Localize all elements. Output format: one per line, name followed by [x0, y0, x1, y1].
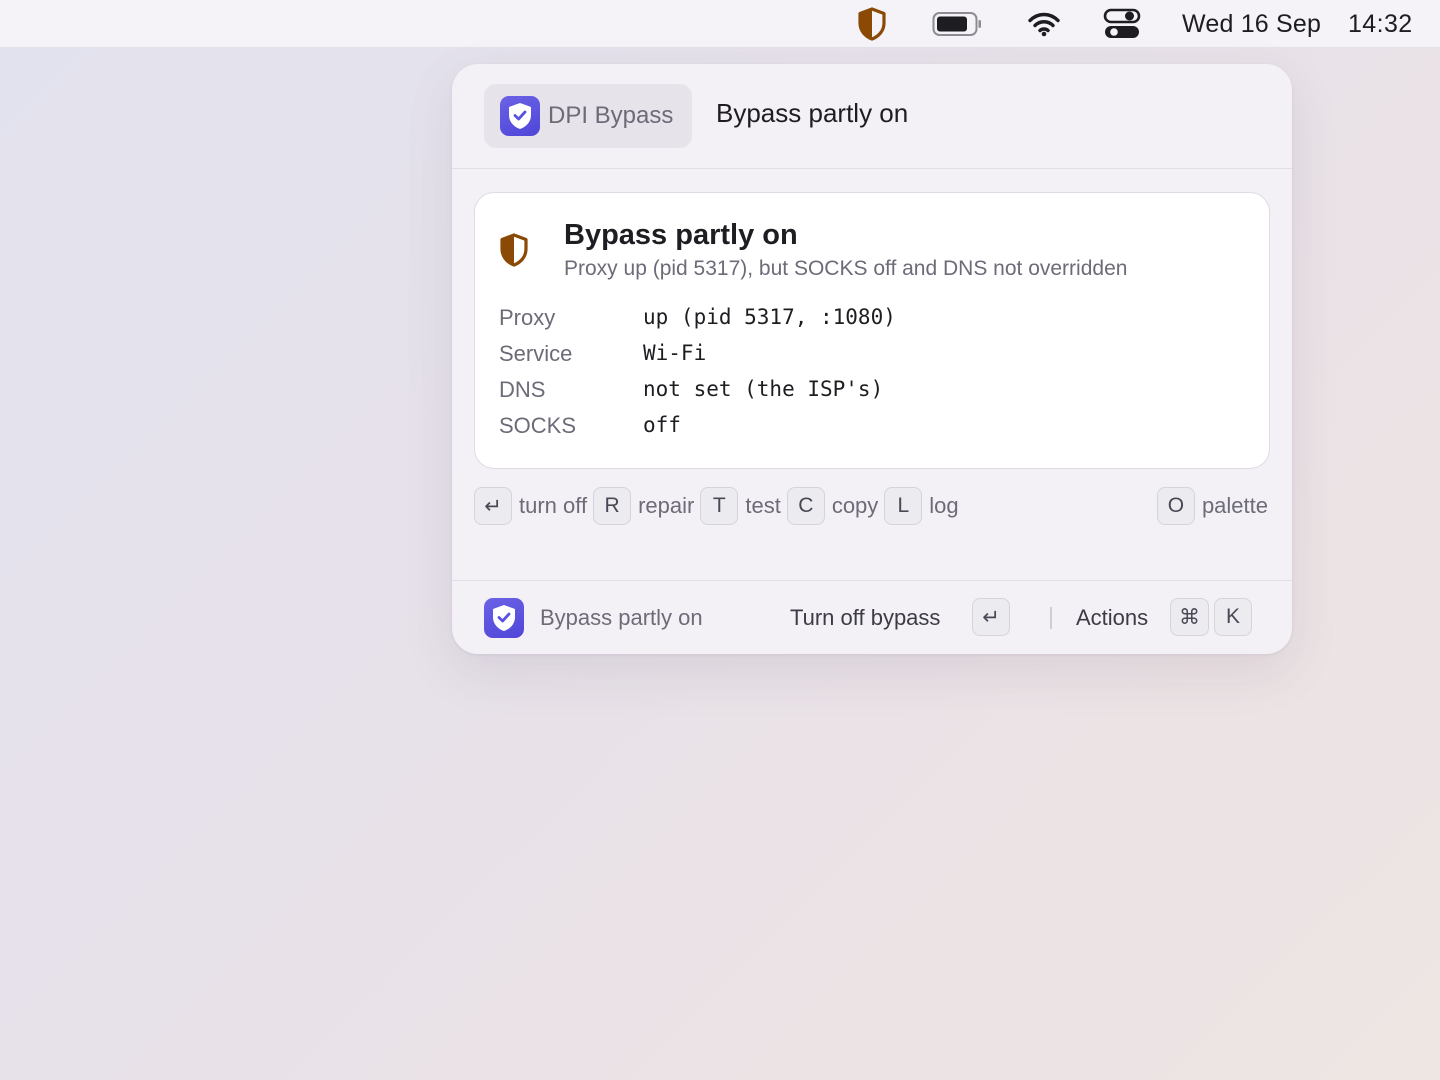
shield-half-icon — [858, 7, 886, 41]
k-key[interactable]: K — [1214, 598, 1252, 636]
palette-key[interactable]: O — [1156, 487, 1195, 525]
panel-header: DPI Bypass Bypass partly on — [452, 64, 1292, 169]
repair-key[interactable]: R — [593, 487, 632, 525]
wifi-icon — [1028, 12, 1060, 37]
repair-hint[interactable]: repair — [638, 493, 694, 519]
socks-value: off — [643, 413, 681, 437]
enter-key[interactable]: ↵ — [972, 598, 1010, 636]
menu-bar: Wed 16 Sep 14:32 — [0, 0, 1440, 48]
status-subtitle: Proxy up (pid 5317), but SOCKS off and D… — [564, 257, 1128, 280]
dpi-bypass-panel: DPI Bypass Bypass partly on Bypass partl… — [452, 64, 1292, 654]
action-bar: Bypass partly on Turn off bypass ↵ Actio… — [452, 580, 1292, 654]
test-key[interactable]: T — [700, 487, 739, 525]
control-center-icon — [1103, 8, 1141, 38]
shortcut-hints: ↵ turn off R repair T test C copy L log — [474, 486, 965, 526]
palette-hint-group: O palette — [1156, 486, 1268, 526]
status-title: Bypass partly on — [564, 219, 798, 251]
footer-status-text: Bypass partly on — [540, 605, 703, 630]
dns-value: not set (the ISP's) — [643, 377, 884, 401]
socks-label: SOCKS — [499, 413, 577, 438]
palette-hint[interactable]: palette — [1202, 493, 1268, 519]
service-label: Service — [499, 341, 573, 366]
copy-key[interactable]: C — [786, 487, 825, 525]
proxy-label: Proxy — [499, 305, 556, 330]
menubar-date[interactable]: Wed 16 Sep — [1182, 0, 1321, 48]
control-center-button[interactable] — [1102, 0, 1142, 48]
app-chip[interactable]: DPI Bypass — [484, 84, 692, 148]
actions-button[interactable]: Actions — [1076, 605, 1148, 631]
service-value: Wi‑Fi — [643, 341, 707, 365]
test-hint[interactable]: test — [745, 493, 780, 519]
turn-off-hint[interactable]: turn off — [519, 493, 587, 519]
log-key[interactable]: L — [884, 487, 923, 525]
wifi-indicator[interactable] — [1026, 0, 1062, 48]
header-title: Bypass partly on — [716, 98, 909, 128]
footer-divider — [1050, 607, 1052, 629]
log-hint[interactable]: log — [929, 493, 958, 519]
shield-check-icon — [484, 598, 524, 638]
turn-off-key[interactable]: ↵ — [474, 487, 512, 525]
menubar-status-item[interactable] — [856, 0, 888, 48]
shield-half-icon — [499, 233, 529, 272]
command-key[interactable]: ⌘ — [1170, 598, 1209, 636]
battery-indicator[interactable] — [932, 0, 984, 48]
app-name: DPI Bypass — [548, 102, 674, 129]
shield-check-icon — [500, 96, 540, 136]
status-card[interactable]: Bypass partly on Proxy up (pid 5317), bu… — [474, 192, 1270, 469]
menubar-time[interactable]: 14:32 — [1348, 0, 1413, 48]
copy-hint[interactable]: copy — [832, 493, 878, 519]
proxy-value: up (pid 5317, :1080) — [643, 305, 896, 329]
turn-off-bypass-button[interactable]: Turn off bypass — [790, 605, 940, 631]
dns-label: DNS — [499, 377, 546, 402]
battery-icon — [932, 12, 981, 36]
